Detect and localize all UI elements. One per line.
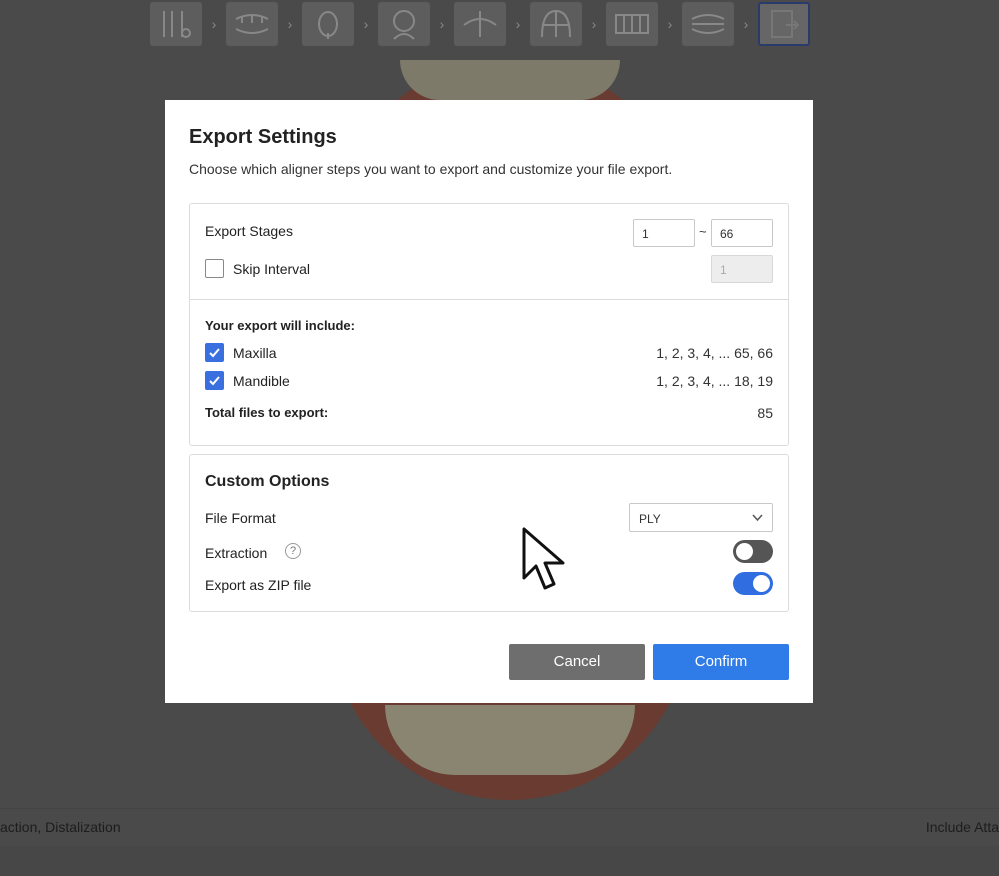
chevron-right-icon: › — [287, 16, 293, 32]
export-icon[interactable] — [758, 2, 810, 46]
teeth-icon[interactable] — [226, 2, 278, 46]
extraction-label: Extraction — [205, 545, 268, 561]
file-format-label: File Format — [205, 510, 276, 526]
chevron-right-icon: › — [591, 16, 597, 32]
custom-options-heading: Custom Options — [205, 473, 330, 490]
chevron-right-icon: › — [515, 16, 521, 32]
skip-interval-input[interactable]: 1 — [711, 255, 773, 283]
tooth-icon[interactable] — [302, 2, 354, 46]
maxilla-checkbox[interactable] — [205, 343, 224, 362]
skip-interval-label: Skip Interval — [233, 261, 311, 277]
chevron-right-icon: › — [439, 16, 445, 32]
stage-range-separator: ~ — [699, 224, 707, 239]
upper-teeth — [400, 60, 620, 100]
chevron-right-icon: › — [667, 16, 673, 32]
maxilla-stages: 1, 2, 3, 4, ... 65, 66 — [656, 345, 773, 361]
jaw-icon[interactable] — [454, 2, 506, 46]
cancel-button[interactable]: Cancel — [509, 644, 645, 680]
confirm-button[interactable]: Confirm — [653, 644, 789, 680]
bottom-status-bar: action, Distalization Include Atta — [0, 808, 999, 845]
mandible-label: Mandible — [233, 373, 290, 389]
total-files-label: Total files to export: — [205, 405, 329, 420]
file-format-select[interactable]: PLY — [629, 503, 773, 532]
workflow-toolbar: › › › › › › › › — [150, 0, 810, 48]
caliper-icon[interactable] — [150, 2, 202, 46]
export-stages-label: Export Stages — [205, 223, 293, 239]
help-icon[interactable]: ? — [285, 543, 301, 559]
extraction-toggle[interactable] — [733, 540, 773, 563]
bottom-right-text: Include Atta — [925, 819, 999, 835]
include-heading: Your export will include: — [205, 318, 355, 333]
custom-options-panel: Custom Options File Format PLY Extractio… — [189, 454, 789, 612]
arch-grid-icon[interactable] — [530, 2, 582, 46]
check-icon — [209, 348, 220, 358]
dialog-title: Export Settings — [189, 126, 337, 148]
panel-divider — [190, 299, 788, 300]
skip-interval-checkbox[interactable] — [205, 259, 224, 278]
aligner-icon[interactable] — [682, 2, 734, 46]
export-zip-toggle[interactable] — [733, 572, 773, 595]
export-settings-dialog: Export Settings Choose which aligner ste… — [165, 100, 813, 703]
head-icon[interactable] — [378, 2, 430, 46]
total-files-value: 85 — [757, 405, 773, 421]
stage-to-input[interactable]: 66 — [711, 219, 773, 247]
mouse-cursor-icon — [522, 527, 565, 590]
export-stages-panel: Export Stages 1 ~ 66 Skip Interval 1 You… — [189, 203, 789, 446]
chevron-down-icon — [752, 514, 763, 522]
toggle-knob — [753, 575, 770, 592]
chevron-right-icon: › — [211, 16, 217, 32]
mandible-stages: 1, 2, 3, 4, ... 18, 19 — [656, 373, 773, 389]
file-format-value: PLY — [639, 512, 661, 526]
footer-strip — [0, 846, 999, 876]
mandible-checkbox[interactable] — [205, 371, 224, 390]
dialog-subtitle: Choose which aligner steps you want to e… — [189, 161, 673, 177]
teeth-grid-icon[interactable] — [606, 2, 658, 46]
chevron-right-icon: › — [743, 16, 749, 32]
maxilla-label: Maxilla — [233, 345, 277, 361]
lower-teeth — [385, 705, 635, 775]
bottom-left-text: action, Distalization — [0, 819, 121, 835]
toggle-knob — [736, 543, 753, 560]
stage-from-input[interactable]: 1 — [633, 219, 695, 247]
export-zip-label: Export as ZIP file — [205, 577, 312, 593]
chevron-right-icon: › — [363, 16, 369, 32]
check-icon — [209, 376, 220, 386]
